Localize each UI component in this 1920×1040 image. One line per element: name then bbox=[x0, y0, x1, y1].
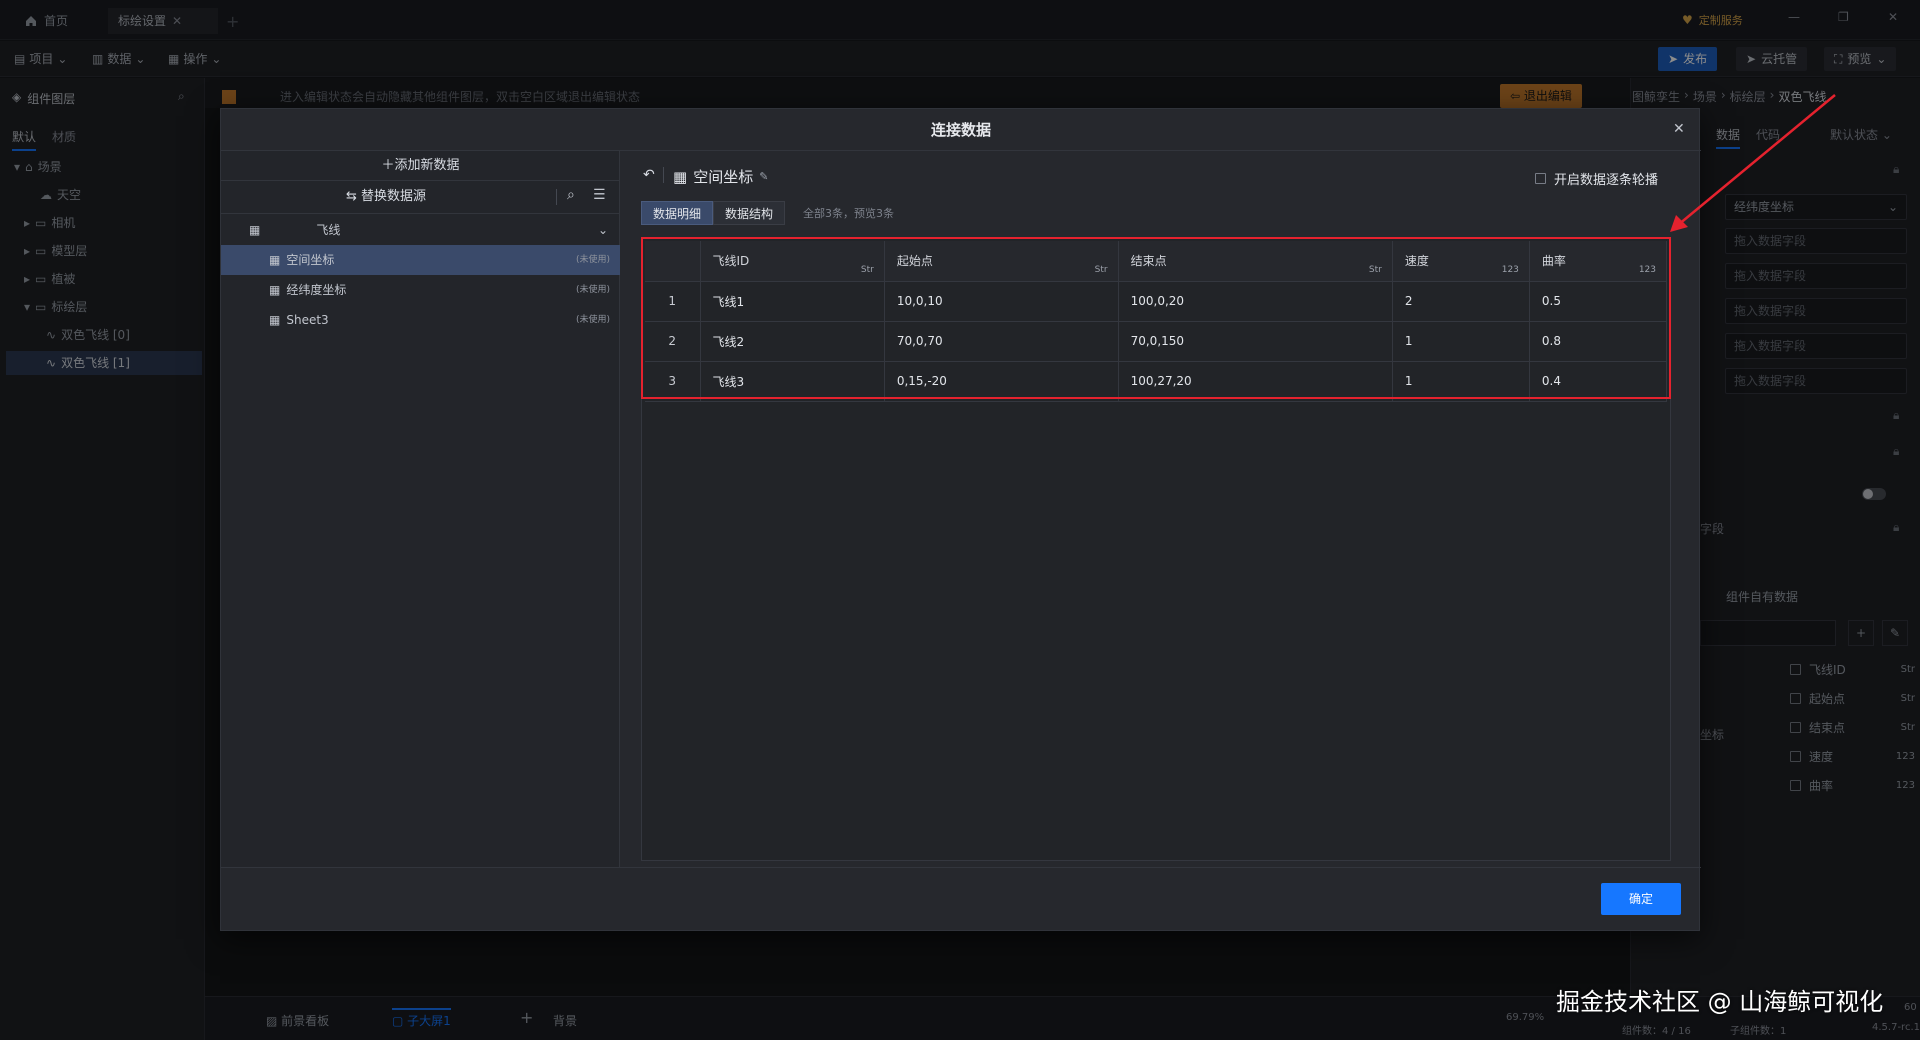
source-status: (未使用) bbox=[575, 285, 610, 295]
source-group-label: 飞线 bbox=[316, 223, 341, 237]
tab-data-structure[interactable]: 数据结构 bbox=[713, 201, 785, 225]
watermark: 掘金技术社区 @ 山海鲸可视化 bbox=[1556, 988, 1884, 1016]
list-filter-icon[interactable]: ☰ bbox=[593, 187, 606, 203]
chevron-down-icon: ⌄ bbox=[597, 223, 608, 237]
table-icon: ▦ bbox=[269, 253, 281, 267]
replace-source-button[interactable]: ⇆ 替换数据源 bbox=[221, 182, 551, 212]
source-item-label: Sheet3 bbox=[286, 313, 329, 327]
divider bbox=[221, 213, 620, 214]
checkbox[interactable] bbox=[1535, 173, 1546, 184]
table-icon: ▦ bbox=[269, 313, 281, 327]
replace-source-label: 替换数据源 bbox=[361, 189, 427, 204]
source-item-lnglat-coord[interactable]: ▦ 经纬度坐标 (未使用) bbox=[221, 275, 620, 305]
tab-data-detail[interactable]: 数据明细 bbox=[641, 201, 713, 225]
source-status: (未使用) bbox=[575, 255, 610, 265]
add-data-button[interactable]: ＋添加新数据 bbox=[221, 151, 620, 181]
confirm-button[interactable]: 确定 bbox=[1601, 883, 1681, 915]
add-data-label: 添加新数据 bbox=[394, 158, 460, 173]
annotation-arrow bbox=[1670, 94, 1836, 232]
table-icon: ▦ bbox=[269, 283, 281, 297]
current-source-title: ▦ 空间坐标 ✎ bbox=[673, 166, 768, 187]
carousel-label: 开启数据逐条轮播 bbox=[1554, 173, 1659, 188]
carousel-checkbox[interactable]: 开启数据逐条轮播 bbox=[1535, 169, 1658, 188]
source-item-label: 经纬度坐标 bbox=[286, 283, 347, 297]
source-item-sheet3[interactable]: ▦ Sheet3 (未使用) bbox=[221, 305, 620, 335]
table-icon: ▦ bbox=[249, 223, 261, 237]
connect-data-modal: 连接数据 ✕ ＋添加新数据 ⇆ 替换数据源 ⌕ ☰ ▦ 飞线 ⌄ ▦ 空间坐标 … bbox=[220, 108, 1701, 932]
source-item-label: 空间坐标 bbox=[286, 253, 335, 267]
source-status: (未使用) bbox=[575, 315, 610, 325]
plus-icon: ＋ bbox=[381, 158, 395, 173]
source-group-flyline[interactable]: ▦ 飞线 ⌄ bbox=[221, 215, 620, 245]
swap-icon: ⇆ bbox=[345, 189, 361, 204]
source-item-space-coord[interactable]: ▦ 空间坐标 (未使用) bbox=[221, 245, 620, 275]
highlight-box bbox=[641, 237, 1671, 399]
edit-icon[interactable]: ✎ bbox=[759, 170, 768, 183]
modal-footer bbox=[221, 867, 1701, 932]
table-icon: ▦ bbox=[673, 167, 688, 186]
current-source-label: 空间坐标 bbox=[693, 168, 754, 186]
search-icon[interactable]: ⌕ bbox=[567, 187, 575, 203]
back-icon[interactable]: ↶ bbox=[643, 167, 655, 183]
divider bbox=[663, 167, 664, 183]
modal-title: 连接数据 bbox=[221, 109, 1701, 151]
divider bbox=[556, 189, 557, 205]
data-summary: 全部3条，预览3条 bbox=[803, 207, 894, 220]
